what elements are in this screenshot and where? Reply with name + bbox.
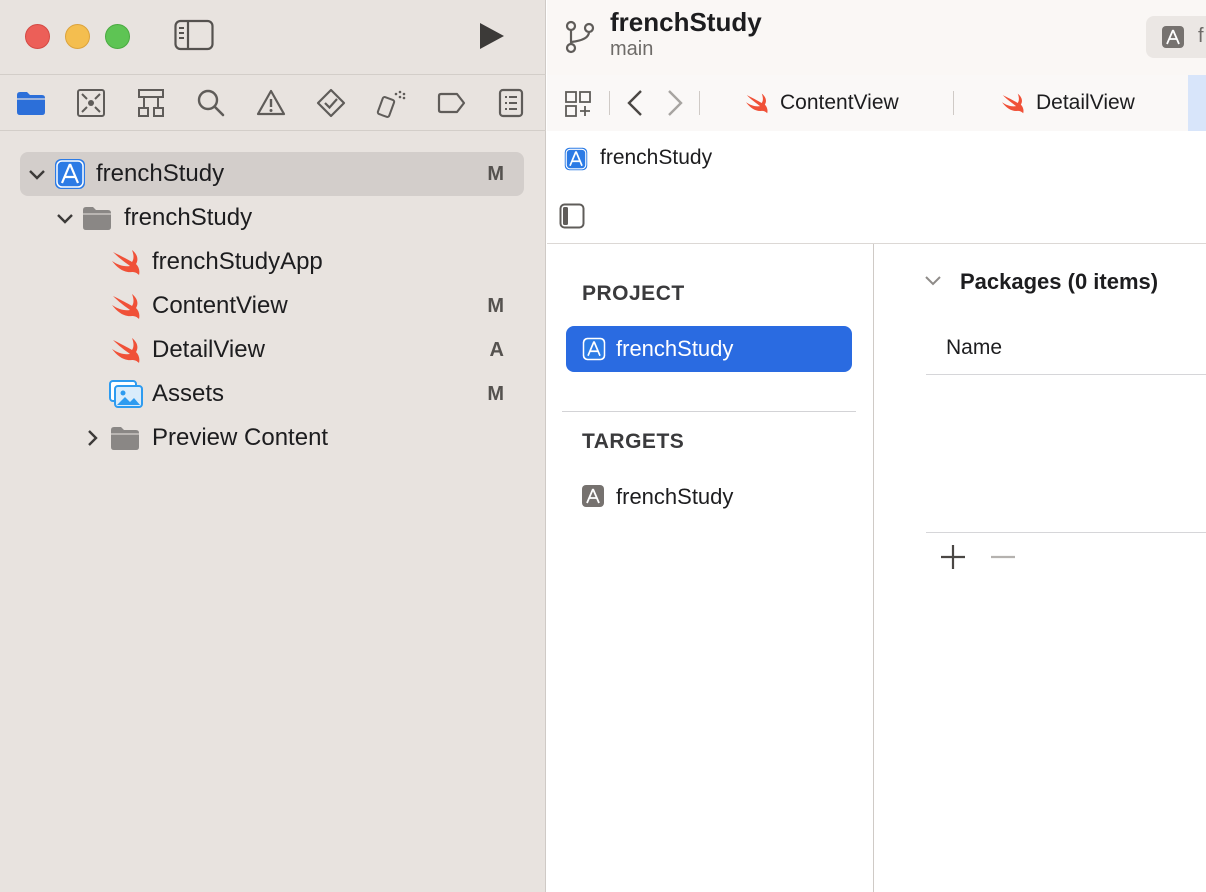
navigator-sidebar: frenchStudy M frenchStudy frenchStudyApp [0, 0, 546, 892]
tree-item-label: DetailView [152, 336, 265, 363]
tree-row-file[interactable]: Assets M [20, 372, 524, 416]
app-project-icon [564, 147, 588, 171]
app-project-icon [582, 337, 606, 361]
tab-active-project[interactable] [1188, 75, 1206, 131]
swift-file-icon [1000, 92, 1026, 114]
folder-icon [82, 205, 112, 231]
section-header-targets: TARGETS [582, 430, 685, 453]
project-title: frenchStudy [610, 7, 762, 37]
breakpoint-icon[interactable] [436, 86, 496, 120]
status-badge: M [487, 382, 504, 405]
project-target-list: PROJECT frenchStudy TARGETS frenchStudy [547, 244, 874, 892]
target-item-label: frenchStudy [616, 484, 734, 509]
tree-row-group[interactable]: frenchStudy [20, 196, 524, 240]
package-dependencies-panel: Packages (0 items) Name [874, 244, 1206, 892]
section-header-project: PROJECT [582, 282, 685, 305]
chevron-down-icon[interactable] [56, 210, 74, 228]
add-package-icon[interactable] [938, 542, 968, 572]
tree-row-project-root[interactable]: frenchStudy M [20, 152, 524, 196]
show-hide-project-list-icon[interactable] [559, 203, 585, 229]
scheme-label: f [1198, 25, 1204, 47]
debug-icon[interactable] [376, 86, 436, 120]
source-control-icon[interactable] [76, 86, 136, 120]
divider [609, 91, 610, 115]
assets-catalog-icon [108, 379, 144, 409]
jump-bar: frenchStudy [547, 131, 1206, 188]
divider [699, 91, 700, 115]
project-editor-header [547, 187, 1206, 244]
swift-file-icon [110, 336, 142, 364]
project-item[interactable]: frenchStudy [566, 326, 852, 372]
test-icon[interactable] [316, 86, 376, 120]
breadcrumb[interactable]: frenchStudy [600, 146, 712, 170]
status-badge: M [487, 162, 504, 185]
tree-row-file[interactable]: ContentView M [20, 284, 524, 328]
tree-item-label: Assets [152, 380, 225, 407]
project-navigator-tree: frenchStudy M frenchStudy frenchStudyApp [20, 152, 524, 460]
branch-icon [564, 20, 596, 54]
status-badge: M [487, 294, 504, 317]
divider [562, 411, 856, 412]
chevron-down-icon[interactable] [924, 274, 942, 288]
status-badge: A [489, 338, 504, 361]
tab-contentview[interactable]: ContentView [744, 75, 899, 131]
tree-row-file[interactable]: DetailView A [20, 328, 524, 372]
tree-item-label: frenchStudy [124, 204, 253, 231]
chevron-right-icon[interactable] [84, 429, 102, 447]
divider [0, 130, 546, 131]
run-icon[interactable] [477, 20, 507, 52]
app-target-icon [582, 485, 604, 507]
divider [926, 374, 1206, 375]
tree-item-label: Preview Content [152, 424, 329, 451]
folder-icon[interactable] [16, 86, 76, 120]
editor-tab-bar: ContentView DetailView [547, 75, 1206, 132]
tree-item-label: frenchStudyApp [152, 248, 323, 275]
back-chevron-icon[interactable] [625, 89, 645, 117]
project-item-label: frenchStudy [616, 336, 734, 361]
window-controls [25, 24, 130, 49]
search-icon[interactable] [196, 86, 256, 120]
tree-row-group[interactable]: Preview Content [20, 416, 524, 460]
divider [0, 74, 546, 75]
folder-icon [110, 425, 140, 451]
close-window-button[interactable] [25, 24, 50, 49]
divider [953, 91, 954, 115]
window-toolbar: frenchStudy main f [547, 0, 1206, 76]
swift-file-icon [110, 248, 142, 276]
tab-label: ContentView [780, 91, 899, 114]
symbol-icon[interactable] [136, 86, 196, 120]
related-items-grid-icon[interactable] [564, 90, 592, 118]
minimize-window-button[interactable] [65, 24, 90, 49]
chevron-down-icon[interactable] [28, 166, 46, 184]
tab-detailview[interactable]: DetailView [1000, 75, 1135, 131]
tree-row-file[interactable]: frenchStudyApp [20, 240, 524, 284]
divider [926, 532, 1206, 533]
branch-name: main [610, 38, 654, 60]
swift-file-icon [110, 292, 142, 320]
app-project-icon [54, 158, 86, 190]
tree-item-label: frenchStudy [96, 160, 225, 187]
zoom-window-button[interactable] [105, 24, 130, 49]
forward-chevron-icon[interactable] [665, 89, 685, 117]
target-item[interactable]: frenchStudy [566, 474, 852, 520]
packages-section-title: Packages (0 items) [960, 269, 1159, 294]
scheme-selector[interactable]: f [1146, 16, 1206, 58]
sidebar-toggle-icon[interactable] [174, 19, 214, 51]
warning-icon[interactable] [256, 86, 316, 120]
remove-package-icon[interactable] [988, 542, 1018, 572]
swift-file-icon [744, 92, 770, 114]
navigator-selector-bar [16, 86, 556, 120]
tree-item-label: ContentView [152, 292, 288, 319]
column-header-name[interactable]: Name [946, 336, 1002, 360]
app-target-icon [1162, 26, 1184, 48]
tab-label: DetailView [1036, 91, 1135, 114]
